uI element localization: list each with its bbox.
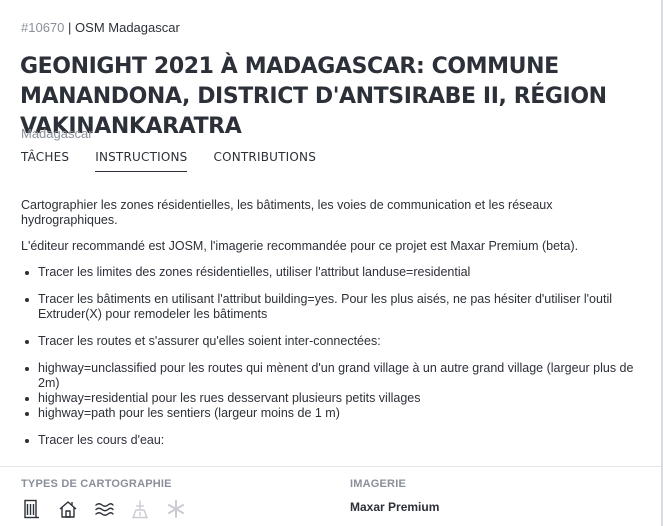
home-icon	[59, 501, 77, 518]
organisation-name[interactable]: OSM Madagascar	[75, 20, 180, 35]
list-item: Tracer les bâtiments en utilisant l'attr…	[21, 292, 651, 322]
instructions-editor: L'éditeur recommandé est JOSM, l'imageri…	[21, 239, 579, 253]
section-divider	[0, 466, 661, 467]
other-icon	[168, 500, 184, 518]
project-title: GeoNight 2021 à Madagascar: Commune Mana…	[20, 54, 607, 139]
list-item: highway=unclassified pour les routes qui…	[21, 361, 651, 391]
project-tabs: Tâches Instructions Contributions	[21, 150, 342, 172]
tab-instructions[interactable]: Instructions	[95, 150, 188, 172]
project-id: #10670	[21, 20, 65, 35]
instructions-list: Tracer les limites des zones résidentiel…	[21, 265, 651, 448]
list-item: highway=residential pour les rues desser…	[21, 391, 651, 406]
imagery-value: Maxar Premium	[350, 500, 440, 514]
project-country: Madagascar	[21, 126, 93, 141]
imagery-label: Imagerie	[350, 478, 406, 490]
mapping-types-icons	[22, 499, 202, 519]
list-item: Tracer les limites des zones résidentiel…	[21, 265, 651, 280]
road-icon	[131, 500, 149, 519]
mapping-types-label: Types de cartographie	[21, 478, 172, 490]
list-item: Tracer les routes et s'assurer qu'elles …	[21, 334, 651, 349]
building-icon	[24, 499, 39, 519]
tab-contributions[interactable]: Contributions	[213, 150, 316, 172]
list-item: Tracer les cours d'eau:	[21, 433, 651, 448]
list-item: highway=path pour les sentiers (largeur …	[21, 406, 651, 421]
waterways-icon	[95, 503, 114, 516]
tab-taches[interactable]: Tâches	[21, 150, 69, 172]
meta-separator: |	[68, 20, 72, 35]
project-meta: #10670 | OSM Madagascar	[21, 20, 180, 36]
instructions-content: Cartographier les zones résidentielles, …	[21, 198, 651, 460]
instructions-intro: Cartographier les zones résidentielles, …	[21, 198, 553, 227]
